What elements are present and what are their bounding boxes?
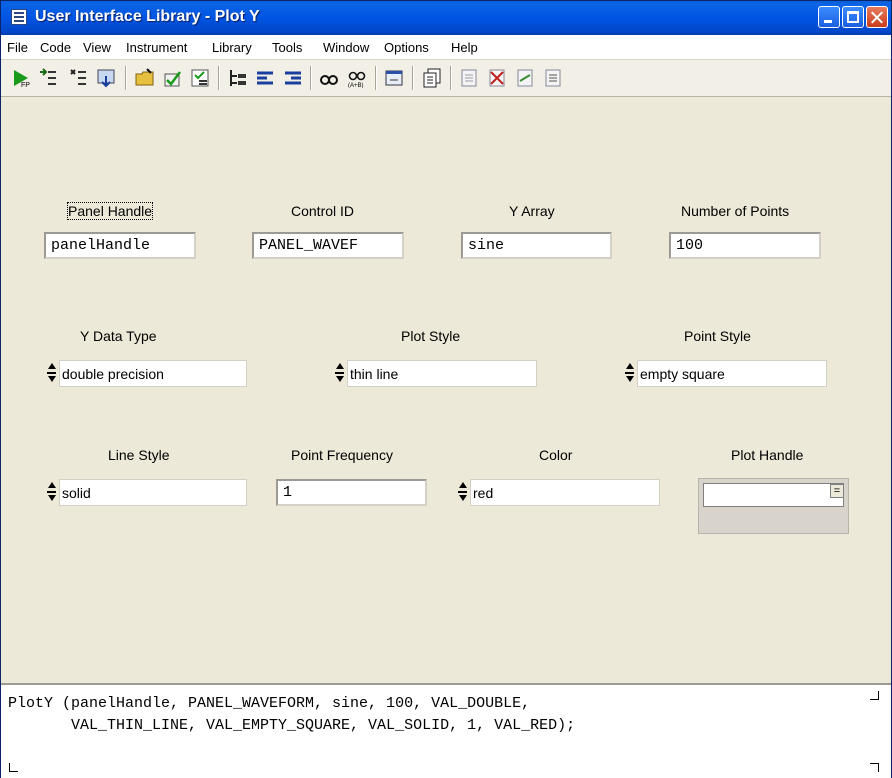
color-value: red (470, 479, 660, 506)
panel-handle-input[interactable]: panelHandle (44, 232, 196, 259)
y-array-input[interactable]: sine (461, 232, 612, 259)
window-title: User Interface Library - Plot Y (35, 8, 260, 25)
run-icon[interactable]: FP (11, 68, 31, 89)
find-icon[interactable] (319, 68, 339, 88)
close-button[interactable] (866, 6, 888, 28)
resize-bottom-left-icon (9, 763, 18, 772)
plot-style-value: thin line (347, 360, 537, 387)
line-style-spin-icon[interactable] (47, 481, 58, 504)
plot-handle-value (703, 483, 844, 507)
svg-text:(A+B): (A+B) (348, 83, 364, 88)
menu-bar: File Code View Instrument Library Tools … (1, 35, 891, 60)
select-icon[interactable] (38, 68, 58, 88)
code-preview[interactable]: PlotY (panelHandle, PANEL_WAVEFORM, sine… (1, 683, 891, 778)
insert-icon[interactable] (68, 68, 88, 88)
color-spin-icon[interactable] (458, 481, 469, 504)
number-of-points-input[interactable]: 100 (669, 232, 821, 259)
line-style-value: solid (59, 479, 247, 506)
line-style-ring[interactable]: solid (47, 479, 247, 506)
menu-window[interactable]: Window (323, 40, 369, 55)
plot-style-ring[interactable]: thin line (335, 360, 537, 387)
line-style-label: Line Style (108, 447, 170, 463)
menu-library[interactable]: Library (212, 40, 252, 55)
minimize-button[interactable] (818, 6, 840, 28)
plot-handle-output[interactable]: = (698, 478, 849, 534)
main-window: User Interface Library - Plot Y File Cod… (0, 0, 892, 778)
app-icon[interactable] (11, 9, 27, 25)
point-style-ring[interactable]: empty square (625, 360, 827, 387)
number-of-points-label: Number of Points (681, 203, 790, 219)
y-data-type-spin-icon[interactable] (47, 362, 58, 385)
point-style-label: Point Style (684, 328, 751, 344)
plot-handle-label: Plot Handle (731, 447, 804, 463)
tab-icon[interactable] (255, 68, 275, 88)
menu-options[interactable]: Options (384, 40, 429, 55)
tree-icon[interactable] (227, 68, 247, 88)
goto-icon[interactable] (96, 68, 116, 88)
menu-code[interactable]: Code (40, 40, 71, 55)
panel-edit-icon[interactable] (543, 68, 563, 88)
resize-bottom-right-icon (870, 763, 879, 772)
color-ring[interactable]: red (458, 479, 660, 506)
untab-icon[interactable] (283, 68, 303, 88)
y-data-type-ring[interactable]: double precision (47, 360, 247, 387)
point-style-value: empty square (637, 360, 827, 387)
plot-style-spin-icon[interactable] (335, 362, 346, 385)
control-id-input[interactable]: PANEL_WAVEF (252, 232, 404, 259)
y-array-label: Y Array (509, 203, 555, 219)
panel-close-icon[interactable] (487, 68, 507, 88)
color-label: Color (539, 447, 573, 463)
code-line-2: VAL_THIN_LINE, VAL_EMPTY_SQUARE, VAL_SOL… (8, 717, 576, 734)
menu-tools[interactable]: Tools (272, 40, 302, 55)
plot-handle-menu-icon[interactable]: = (830, 484, 844, 498)
open-icon[interactable] (135, 68, 155, 88)
title-bar[interactable]: User Interface Library - Plot Y (1, 1, 891, 35)
svg-text:FP: FP (21, 82, 30, 88)
find-replace-icon[interactable]: (A+B) (347, 68, 367, 89)
point-frequency-label: Point Frequency (291, 447, 393, 463)
maximize-button[interactable] (842, 6, 864, 28)
menu-instrument[interactable]: Instrument (126, 40, 187, 55)
y-data-type-label: Y Data Type (80, 328, 157, 344)
plot-style-label: Plot Style (401, 328, 461, 344)
menu-file[interactable]: File (7, 40, 28, 55)
check-icon[interactable] (163, 68, 183, 88)
point-style-spin-icon[interactable] (625, 362, 636, 385)
edit-icon[interactable] (384, 68, 404, 88)
point-frequency-input[interactable]: 1 (276, 479, 427, 506)
copy-icon[interactable] (422, 68, 442, 88)
menu-view[interactable]: View (83, 40, 111, 55)
control-id-label: Control ID (291, 203, 355, 219)
y-data-type-value: double precision (59, 360, 247, 387)
panel-icon[interactable] (459, 68, 479, 88)
panel-handle-label: Panel Handle (66, 202, 154, 220)
code-line-1: PlotY (panelHandle, PANEL_WAVEFORM, sine… (8, 695, 531, 712)
panel-arrange-icon[interactable] (515, 68, 535, 88)
toolbar: FP (A+B) (1, 60, 891, 97)
function-panel: Panel Handle panelHandle Control ID PANE… (1, 97, 891, 683)
resize-top-right-icon (870, 691, 879, 700)
list-icon[interactable] (190, 68, 210, 88)
menu-help[interactable]: Help (451, 40, 478, 55)
